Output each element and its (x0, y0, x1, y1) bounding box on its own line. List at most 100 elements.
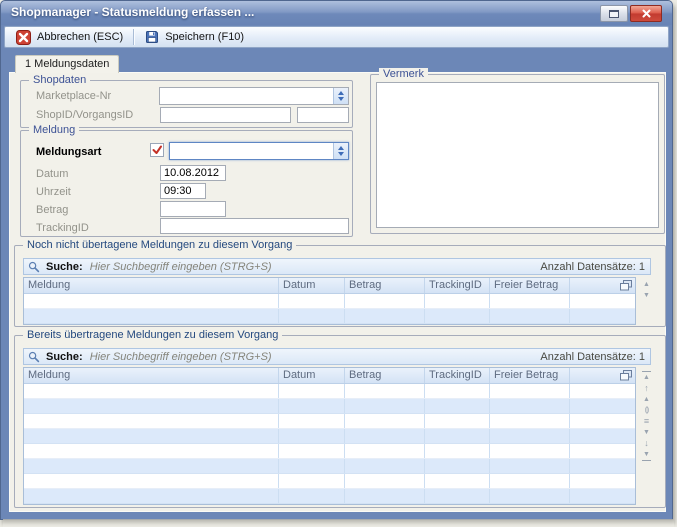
table-row[interactable] (24, 474, 635, 489)
titlebar[interactable]: Shopmanager - Statusmeldung erfassen ... (1, 1, 672, 25)
pending-search-bar[interactable]: Suche: Hier Suchbegriff eingeben (STRG+S… (23, 258, 651, 275)
cancel-label: Abbrechen (ESC) (37, 31, 123, 43)
marketplace-combo[interactable] (159, 87, 349, 105)
betrag-input[interactable] (160, 201, 226, 217)
combo-arrows-icon[interactable] (333, 143, 348, 159)
move-up-icon[interactable] (640, 383, 653, 394)
previous-row-icon[interactable] (640, 394, 653, 405)
table-cell (345, 459, 425, 473)
table-cell (279, 444, 345, 458)
table-cell (345, 384, 425, 398)
table-row[interactable] (24, 399, 635, 414)
table-cell (279, 309, 345, 323)
table-row[interactable] (24, 444, 635, 459)
scroll-bottom-icon[interactable] (642, 449, 651, 461)
combo-arrows-icon[interactable] (333, 88, 348, 104)
table-cell (570, 384, 635, 398)
table-row[interactable] (24, 429, 635, 444)
current-position-icon[interactable] (640, 405, 653, 416)
uhrzeit-input[interactable]: 09:30 (160, 183, 206, 199)
table-cell (345, 309, 425, 323)
column-header-freier-betrag[interactable]: Freier Betrag (490, 278, 570, 293)
table-cell (425, 459, 490, 473)
scroll-top-icon[interactable] (642, 371, 651, 383)
transferred-search-bar[interactable]: Suche: Hier Suchbegriff eingeben (STRG+S… (23, 348, 651, 365)
column-header-freier-betrag[interactable]: Freier Betrag (490, 368, 570, 383)
table-row[interactable] (24, 414, 635, 429)
table-cell (24, 489, 279, 503)
table-cell (345, 429, 425, 443)
move-down-icon[interactable] (640, 438, 653, 449)
column-header-datum[interactable]: Datum (279, 368, 345, 383)
group-transferred-title: Bereits übertragene Meldungen zu diesem … (23, 329, 282, 342)
table-cell (24, 414, 279, 428)
screen: Shopmanager - Statusmeldung erfassen ...… (0, 0, 677, 527)
trackingid-input[interactable] (160, 218, 349, 234)
scroll-down-icon[interactable] (640, 290, 653, 301)
table-cell (345, 414, 425, 428)
column-header-meldung[interactable]: Meldung (24, 368, 279, 383)
table-cell (570, 399, 635, 413)
table-cell (490, 399, 570, 413)
required-check-icon (149, 142, 165, 158)
pending-grid: Meldung Datum Betrag TrackingID Freier B… (23, 277, 636, 325)
tab-label: 1 Meldungsdaten (25, 58, 109, 70)
table-cell (425, 444, 490, 458)
next-row-icon[interactable] (640, 427, 653, 438)
pending-grid-header: Meldung Datum Betrag TrackingID Freier B… (24, 278, 635, 294)
tab-panel: Shopdaten Marketplace-Nr ShopID/Vorgangs… (9, 72, 666, 512)
table-cell (279, 474, 345, 488)
datum-input[interactable]: 10.08.2012 (160, 165, 226, 181)
group-shopdaten-title: Shopdaten (29, 74, 90, 87)
table-cell (425, 309, 490, 323)
toolbar-separator (133, 29, 135, 45)
column-chooser-button[interactable] (570, 278, 635, 293)
shopid-input[interactable] (160, 107, 291, 123)
table-cell (24, 444, 279, 458)
vermerk-textarea[interactable] (376, 82, 659, 228)
table-cell (490, 309, 570, 323)
column-header-trackingid[interactable]: TrackingID (425, 368, 490, 383)
table-cell (570, 294, 635, 308)
window-title: Shopmanager - Statusmeldung erfassen ... (11, 5, 254, 19)
table-cell (425, 489, 490, 503)
table-cell (345, 444, 425, 458)
search-placeholder: Hier Suchbegriff eingeben (STRG+S) (90, 261, 272, 273)
table-row[interactable] (24, 309, 635, 324)
tab-meldungsdaten[interactable]: 1 Meldungsdaten (15, 55, 119, 73)
search-placeholder: Hier Suchbegriff eingeben (STRG+S) (90, 351, 272, 363)
table-cell (490, 489, 570, 503)
table-row[interactable] (24, 384, 635, 399)
column-chooser-icon (620, 370, 632, 381)
table-cell (425, 414, 490, 428)
table-cell (24, 384, 279, 398)
vorgangsid-input[interactable] (297, 107, 349, 123)
column-header-trackingid[interactable]: TrackingID (425, 278, 490, 293)
uhrzeit-label: Uhrzeit (36, 186, 71, 198)
table-cell (279, 399, 345, 413)
table-row[interactable] (24, 294, 635, 309)
group-vermerk: Vermerk (370, 74, 665, 234)
column-header-betrag[interactable]: Betrag (345, 368, 425, 383)
table-cell (279, 414, 345, 428)
rows-indicator-icon[interactable] (640, 416, 653, 427)
column-chooser-button[interactable] (570, 368, 635, 383)
close-button[interactable] (630, 5, 662, 22)
save-button[interactable]: Speichern (F10) (138, 28, 251, 46)
scroll-up-icon[interactable] (640, 279, 653, 290)
table-row[interactable] (24, 459, 635, 474)
meldungsart-combo[interactable] (169, 142, 349, 160)
table-cell (570, 489, 635, 503)
restore-button[interactable] (600, 5, 628, 22)
table-row[interactable] (24, 489, 635, 504)
table-cell (490, 414, 570, 428)
table-cell (279, 459, 345, 473)
record-count: Anzahl Datensätze: 1 (540, 351, 645, 363)
table-cell (570, 474, 635, 488)
cancel-button[interactable]: Abbrechen (ESC) (9, 28, 130, 47)
column-header-betrag[interactable]: Betrag (345, 278, 425, 293)
search-icon (28, 261, 40, 273)
column-header-datum[interactable]: Datum (279, 278, 345, 293)
column-header-meldung[interactable]: Meldung (24, 278, 279, 293)
pending-scrollbar[interactable] (640, 279, 653, 301)
